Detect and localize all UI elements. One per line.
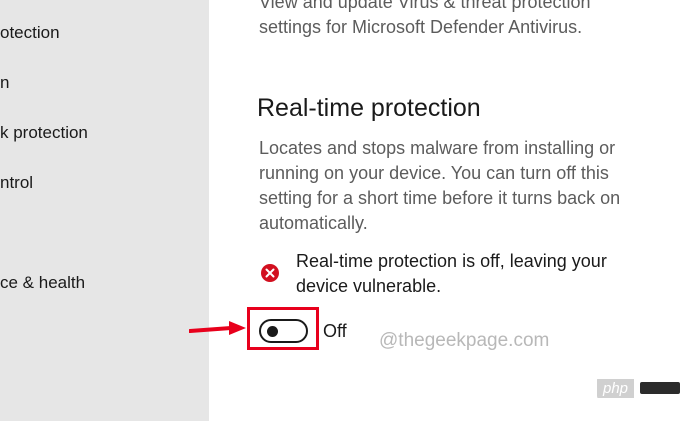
- error-x-circle-icon: [261, 264, 279, 282]
- warning-line: device vulnerable.: [296, 276, 442, 296]
- sidebar-item-app-browser-control[interactable]: ntrol: [0, 168, 33, 198]
- description-line: automatically.: [259, 213, 368, 233]
- realtime-protection-toggle[interactable]: [259, 319, 308, 343]
- sidebar-item-virus-threat-protection[interactable]: otection: [0, 18, 60, 48]
- badge-bar: [640, 382, 681, 394]
- warning-text: Real-time protection is off, leaving you…: [296, 249, 676, 299]
- realtime-protection-title: Real-time protection: [257, 94, 481, 122]
- realtime-protection-description: Locates and stops malware from installin…: [259, 136, 659, 236]
- php-badge: php: [597, 376, 681, 400]
- description-line: settings for Microsoft Defender Antiviru…: [259, 17, 583, 37]
- description-line: running on your device. You can turn off…: [259, 163, 609, 183]
- sidebar-item-network-protection[interactable]: k protection: [0, 118, 88, 148]
- description-line: Locates and stops malware from installin…: [259, 138, 616, 158]
- annotation-arrow-icon: [189, 321, 246, 335]
- description-line: View and update Virus & threat protectio…: [259, 0, 591, 12]
- main-content: View and update Virus & threat protectio…: [209, 0, 695, 421]
- warning-line: Real-time protection is off, leaving you…: [296, 251, 607, 271]
- sidebar-item-account-protection[interactable]: n: [0, 68, 9, 98]
- watermark: @thegeekpage.com: [379, 330, 550, 351]
- description-line: setting for a short time before it turns…: [259, 188, 621, 208]
- toggle-knob: [267, 326, 278, 337]
- section-description: View and update Virus & threat protectio…: [259, 0, 679, 40]
- php-badge-text: php: [597, 378, 635, 398]
- sidebar-item-device-performance-health[interactable]: ce & health: [0, 268, 85, 298]
- sidebar-nav: otection n k protection ntrol ce & healt…: [0, 0, 209, 421]
- toggle-state-label: Off: [323, 321, 347, 341]
